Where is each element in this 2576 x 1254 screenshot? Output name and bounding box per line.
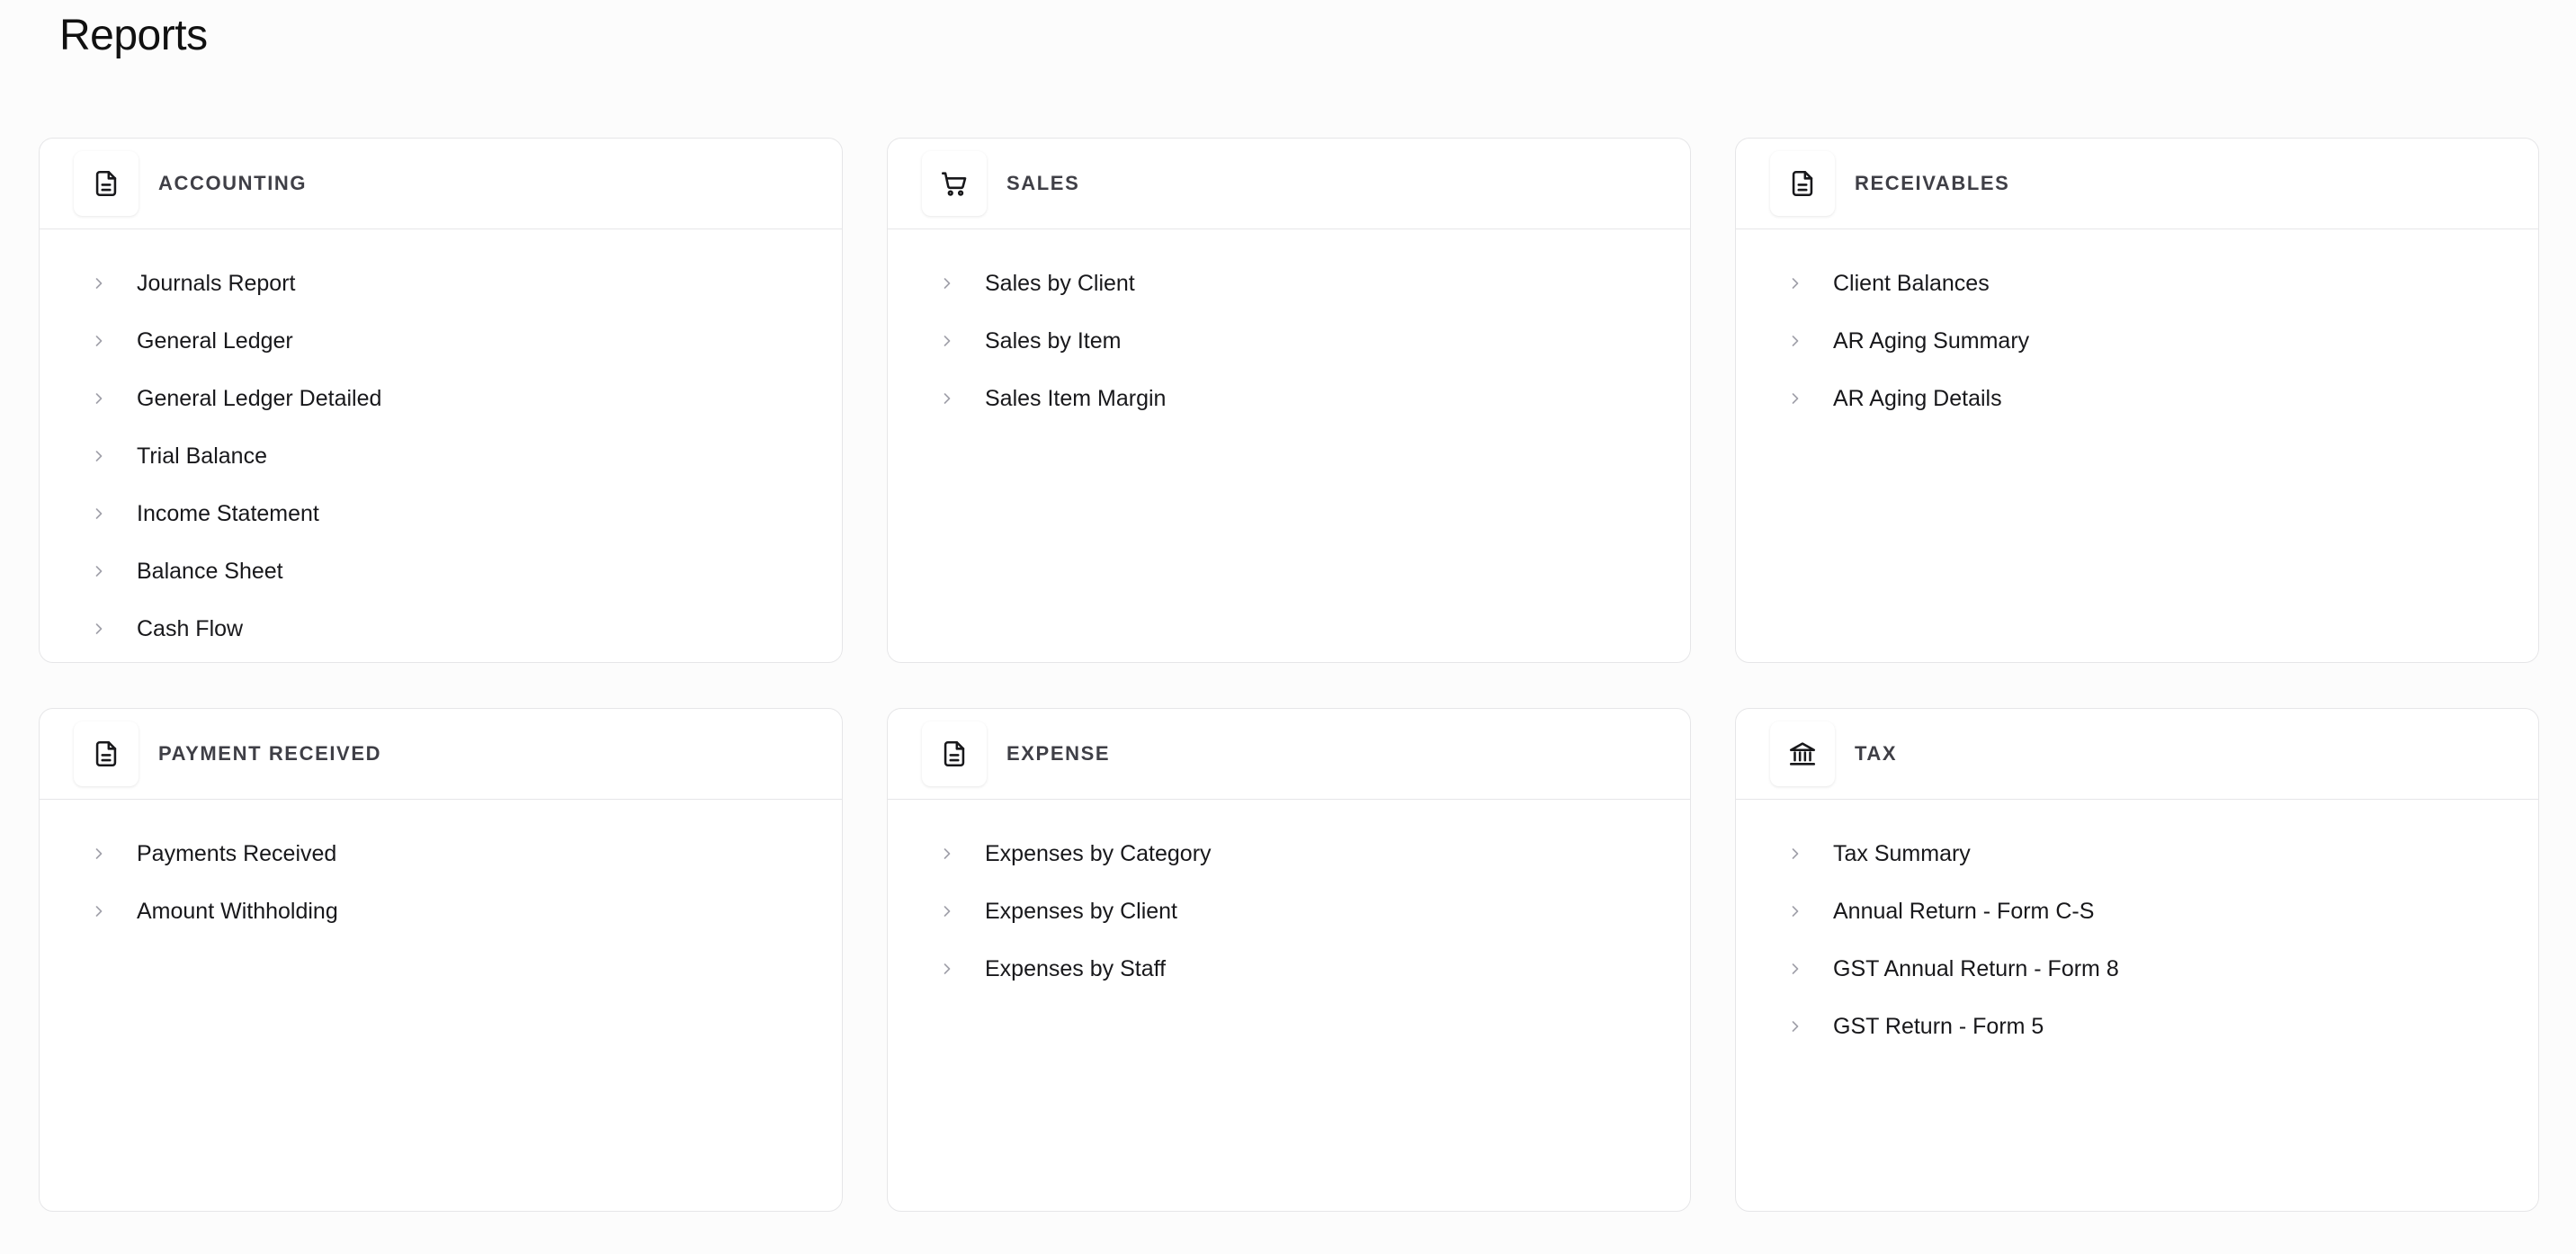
report-link-label: Amount Withholding xyxy=(137,898,338,924)
chevron-right-icon xyxy=(1786,902,1804,920)
report-link-label: Income Statement xyxy=(137,500,319,526)
report-link-expenses-by-category[interactable]: Expenses by Category xyxy=(888,825,1690,882)
chevron-right-icon xyxy=(1786,390,1804,408)
chevron-right-icon xyxy=(1786,960,1804,978)
report-link-gst-return-form-5[interactable]: GST Return - Form 5 xyxy=(1736,998,2538,1055)
chevron-right-icon xyxy=(938,390,956,408)
chevron-right-icon xyxy=(90,390,108,408)
report-link-label: AR Aging Summary xyxy=(1833,327,2030,354)
report-list: Tax Summary Annual Return - Form C-S GST… xyxy=(1736,800,2538,1055)
card-header: ACCOUNTING xyxy=(40,139,842,229)
report-link-tax-summary[interactable]: Tax Summary xyxy=(1736,825,2538,882)
report-list: Expenses by Category Expenses by Client … xyxy=(888,800,1690,998)
card-header: EXPENSE xyxy=(888,709,1690,800)
card-accounting: ACCOUNTING Journals Report General Ledge… xyxy=(39,138,843,663)
report-link-payments-received[interactable]: Payments Received xyxy=(40,825,842,882)
report-link-label: Expenses by Category xyxy=(985,840,1212,866)
report-link-label: Expenses by Client xyxy=(985,898,1178,924)
card-receivables: RECEIVABLES Client Balances AR Aging Sum… xyxy=(1735,138,2539,663)
bank-icon xyxy=(1770,721,1835,786)
chevron-right-icon xyxy=(1786,1017,1804,1035)
chevron-right-icon xyxy=(938,274,956,292)
report-link-label: General Ledger xyxy=(137,327,293,354)
report-link-general-ledger[interactable]: General Ledger xyxy=(40,312,842,370)
document-icon xyxy=(74,721,139,786)
report-link-label: Sales Item Margin xyxy=(985,385,1167,411)
report-link-label: Sales by Client xyxy=(985,270,1135,296)
report-link-gst-annual-return-form-8[interactable]: GST Annual Return - Form 8 xyxy=(1736,940,2538,998)
card-header: TAX xyxy=(1736,709,2538,800)
chevron-right-icon xyxy=(90,562,108,580)
report-list: Journals Report General Ledger General L… xyxy=(40,229,842,658)
report-link-label: AR Aging Details xyxy=(1833,385,2002,411)
chevron-right-icon xyxy=(1786,845,1804,863)
cart-icon xyxy=(922,151,987,216)
chevron-right-icon xyxy=(90,620,108,638)
report-link-label: Payments Received xyxy=(137,840,337,866)
card-payment-received: PAYMENT RECEIVED Payments Received Amoun… xyxy=(39,708,843,1212)
page-title: Reports xyxy=(59,12,208,59)
card-title: ACCOUNTING xyxy=(158,172,308,194)
card-title: SALES xyxy=(1006,172,1080,194)
report-link-expenses-by-staff[interactable]: Expenses by Staff xyxy=(888,940,1690,998)
report-link-journals-report[interactable]: Journals Report xyxy=(40,255,842,312)
report-link-label: Sales by Item xyxy=(985,327,1122,354)
card-title: EXPENSE xyxy=(1006,742,1111,765)
report-link-label: Journals Report xyxy=(137,270,296,296)
report-link-label: Expenses by Staff xyxy=(985,955,1167,981)
report-link-income-statement[interactable]: Income Statement xyxy=(40,485,842,542)
report-link-trial-balance[interactable]: Trial Balance xyxy=(40,427,842,485)
report-link-sales-by-client[interactable]: Sales by Client xyxy=(888,255,1690,312)
report-link-label: Annual Return - Form C-S xyxy=(1833,898,2095,924)
report-link-balance-sheet[interactable]: Balance Sheet xyxy=(40,542,842,600)
report-link-label: GST Annual Return - Form 8 xyxy=(1833,955,2119,981)
report-link-ar-aging-details[interactable]: AR Aging Details xyxy=(1736,370,2538,427)
report-link-label: Balance Sheet xyxy=(137,558,283,584)
chevron-right-icon xyxy=(90,845,108,863)
report-list: Client Balances AR Aging Summary AR Agin… xyxy=(1736,229,2538,427)
document-icon xyxy=(922,721,987,786)
document-icon xyxy=(74,151,139,216)
report-list: Payments Received Amount Withholding xyxy=(40,800,842,940)
card-header: RECEIVABLES xyxy=(1736,139,2538,229)
card-title: RECEIVABLES xyxy=(1855,172,2010,194)
report-link-label: GST Return - Form 5 xyxy=(1833,1013,2044,1039)
chevron-right-icon xyxy=(90,902,108,920)
chevron-right-icon xyxy=(1786,332,1804,350)
report-link-cash-flow[interactable]: Cash Flow xyxy=(40,600,842,658)
report-link-sales-item-margin[interactable]: Sales Item Margin xyxy=(888,370,1690,427)
chevron-right-icon xyxy=(938,332,956,350)
report-link-client-balances[interactable]: Client Balances xyxy=(1736,255,2538,312)
report-link-label: Client Balances xyxy=(1833,270,1990,296)
reports-grid: ACCOUNTING Journals Report General Ledge… xyxy=(39,138,2539,1212)
chevron-right-icon xyxy=(938,960,956,978)
chevron-right-icon xyxy=(90,332,108,350)
report-link-expenses-by-client[interactable]: Expenses by Client xyxy=(888,882,1690,940)
report-link-annual-return-form-c-s[interactable]: Annual Return - Form C-S xyxy=(1736,882,2538,940)
card-sales: SALES Sales by Client Sales by Item Sale… xyxy=(887,138,1691,663)
chevron-right-icon xyxy=(90,447,108,465)
report-link-label: Trial Balance xyxy=(137,443,267,469)
report-link-sales-by-item[interactable]: Sales by Item xyxy=(888,312,1690,370)
document-icon xyxy=(1770,151,1835,216)
card-expense: EXPENSE Expenses by Category Expenses by… xyxy=(887,708,1691,1212)
chevron-right-icon xyxy=(938,902,956,920)
report-link-amount-withholding[interactable]: Amount Withholding xyxy=(40,882,842,940)
chevron-right-icon xyxy=(90,274,108,292)
report-link-label: Cash Flow xyxy=(137,615,244,641)
report-link-label: Tax Summary xyxy=(1833,840,1971,866)
report-link-ar-aging-summary[interactable]: AR Aging Summary xyxy=(1736,312,2538,370)
card-title: TAX xyxy=(1855,742,1898,765)
card-title: PAYMENT RECEIVED xyxy=(158,742,382,765)
chevron-right-icon xyxy=(938,845,956,863)
card-header: SALES xyxy=(888,139,1690,229)
report-list: Sales by Client Sales by Item Sales Item… xyxy=(888,229,1690,427)
card-tax: TAX Tax Summary Annual Return - Form C-S… xyxy=(1735,708,2539,1212)
report-link-general-ledger-detailed[interactable]: General Ledger Detailed xyxy=(40,370,842,427)
card-header: PAYMENT RECEIVED xyxy=(40,709,842,800)
chevron-right-icon xyxy=(90,505,108,523)
report-link-label: General Ledger Detailed xyxy=(137,385,382,411)
chevron-right-icon xyxy=(1786,274,1804,292)
